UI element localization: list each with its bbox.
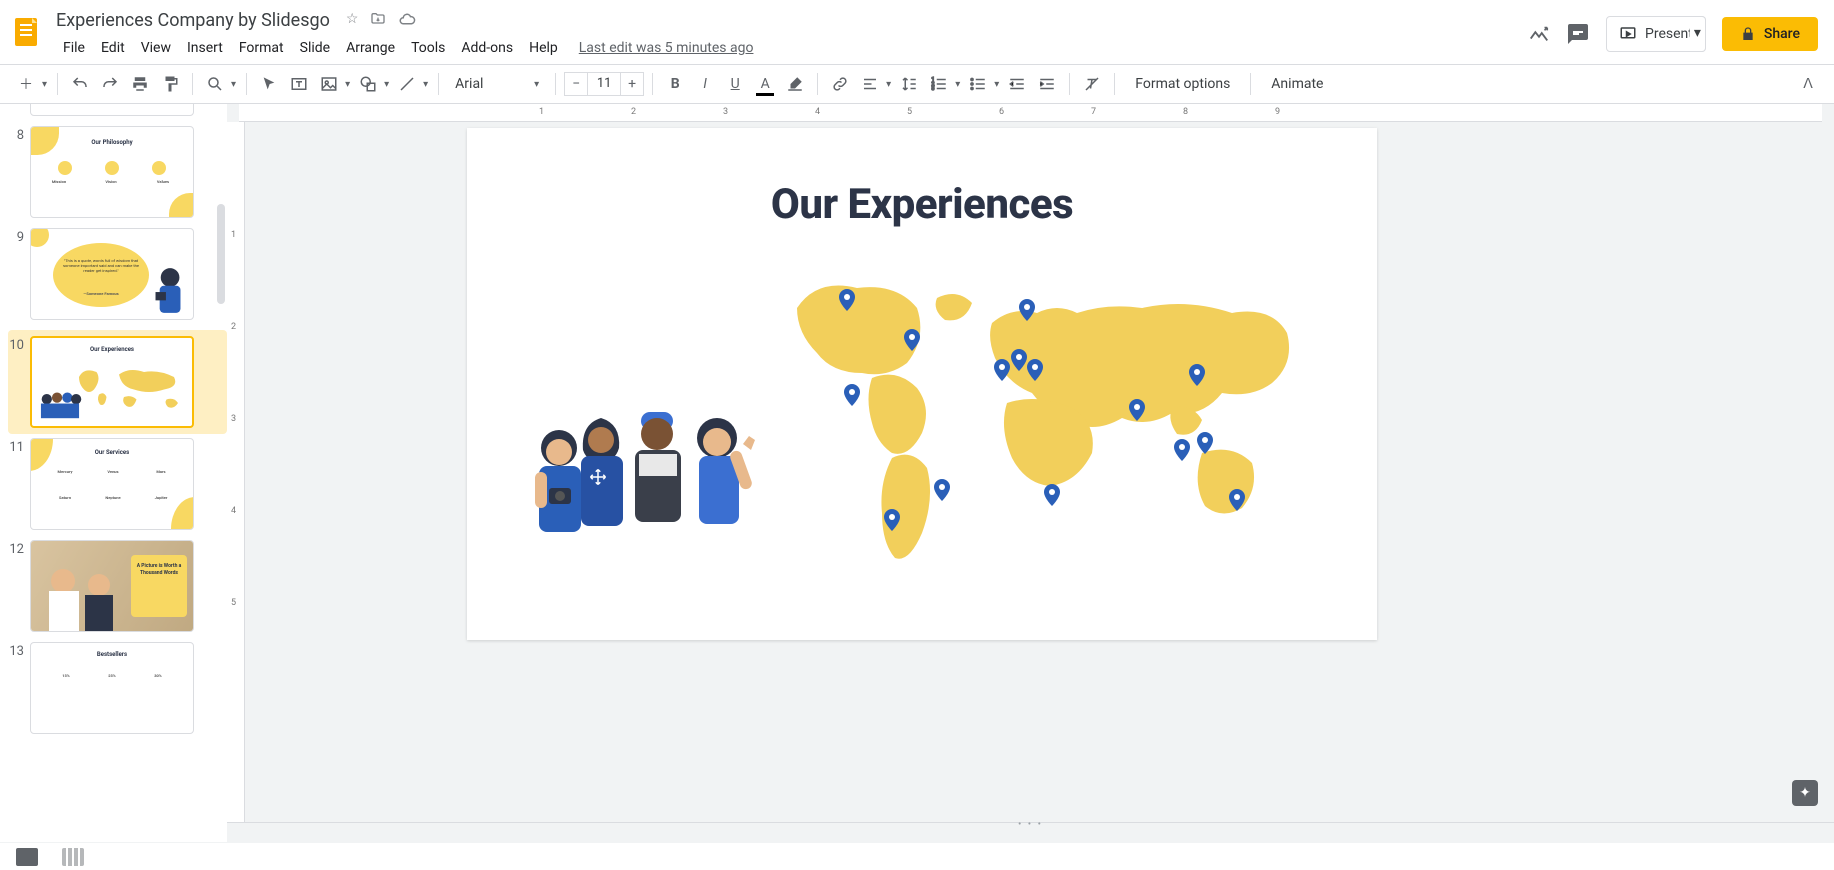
menu-help[interactable]: Help [522, 36, 565, 60]
bullet-list-button[interactable] [964, 70, 992, 98]
toolbar: ＋ ▾ ▾ ▾ ▾ ▾ Arial ▾ − 11 + B I U A ▾ [0, 64, 1834, 104]
slide-thumbnail-10[interactable]: 10 Our Experiences [8, 330, 227, 434]
horizontal-ruler[interactable]: 1 2 3 4 5 6 7 8 9 [239, 104, 1822, 122]
font-size-value[interactable]: 11 [588, 72, 620, 96]
slide-canvas-area[interactable]: 1 2 3 4 5 6 7 8 9 1 2 3 4 5 Our Experien… [227, 104, 1834, 842]
menu-slide[interactable]: Slide [293, 36, 337, 60]
insert-link-button[interactable] [826, 70, 854, 98]
slide-thumbnail-11[interactable]: 11 Our Services Mercury Venus Mars Satur… [8, 438, 227, 530]
clear-formatting-button[interactable] [1078, 70, 1106, 98]
font-size-control: − 11 + [564, 72, 644, 96]
print-button[interactable] [126, 70, 154, 98]
present-label: Present [1645, 26, 1693, 42]
menu-insert[interactable]: Insert [180, 36, 230, 60]
line-spacing-button[interactable] [895, 70, 923, 98]
slide-canvas[interactable]: Our Experiences [467, 128, 1377, 640]
font-size-decrease[interactable]: − [564, 72, 588, 96]
footer [0, 842, 1834, 870]
font-size-increase[interactable]: + [620, 72, 644, 96]
grid-view-button[interactable] [62, 848, 84, 866]
star-icon[interactable]: ☆ [346, 11, 359, 29]
indent-increase-button[interactable] [1033, 70, 1061, 98]
menu-file[interactable]: File [56, 36, 92, 60]
app-header: Experiences Company by Slidesgo ☆ File E… [0, 0, 1834, 64]
app-logo[interactable] [8, 12, 48, 52]
menu-edit[interactable]: Edit [94, 36, 132, 60]
font-family-select[interactable]: Arial ▾ [447, 70, 547, 98]
speaker-notes-area[interactable]: • • • [227, 822, 1834, 842]
paint-format-button[interactable] [156, 70, 184, 98]
slide-thumbnail-7[interactable] [8, 104, 227, 116]
cloud-status-icon[interactable] [398, 11, 416, 29]
animate-button[interactable]: Animate [1259, 76, 1335, 92]
main-area: 8 Our Philosophy Mission Vision Values 9 [0, 104, 1834, 842]
new-slide-button[interactable]: ＋ [12, 70, 40, 98]
notes-resize-handle[interactable]: • • • [1018, 819, 1043, 830]
share-button[interactable]: Share [1722, 17, 1818, 51]
slide-thumbnail-12[interactable]: 12 A Picture is Worth a Thousand Words [8, 540, 227, 632]
menu-view[interactable]: View [134, 36, 178, 60]
svg-text:3: 3 [932, 86, 935, 92]
shape-tool[interactable] [354, 70, 382, 98]
filmstrip[interactable]: 8 Our Philosophy Mission Vision Values 9 [0, 104, 227, 842]
font-family-value: Arial [455, 76, 483, 92]
format-options-button[interactable]: Format options [1123, 76, 1242, 92]
activity-icon[interactable] [1528, 23, 1550, 45]
redo-button[interactable] [96, 70, 124, 98]
underline-button[interactable]: U [721, 70, 749, 98]
numbered-list-dropdown[interactable]: ▾ [953, 79, 962, 90]
slide-thumbnail-13[interactable]: 13 Bestsellers 15% 25% 30% [8, 642, 227, 734]
new-slide-dropdown[interactable]: ▾ [40, 79, 49, 90]
slide-title[interactable]: Our Experiences [467, 180, 1377, 229]
filmstrip-view-button[interactable] [16, 848, 38, 866]
vertical-ruler[interactable]: 1 2 3 4 5 [227, 122, 245, 822]
comments-icon[interactable] [1566, 22, 1590, 46]
menu-format[interactable]: Format [232, 36, 291, 60]
text-color-button[interactable]: A [751, 70, 779, 98]
undo-button[interactable] [66, 70, 94, 98]
present-dropdown[interactable]: ▾ [1690, 16, 1706, 52]
world-map-image[interactable] [777, 258, 1307, 598]
last-edit-link[interactable]: Last edit was 5 minutes ago [579, 40, 754, 56]
share-label: Share [1764, 26, 1800, 42]
menu-bar: File Edit View Insert Format Slide Arran… [56, 36, 1528, 60]
image-tool[interactable] [315, 70, 343, 98]
zoom-dropdown[interactable]: ▾ [229, 79, 238, 90]
filmstrip-scrollbar[interactable] [217, 204, 225, 304]
indent-decrease-button[interactable] [1003, 70, 1031, 98]
align-dropdown[interactable]: ▾ [884, 79, 893, 90]
line-dropdown[interactable]: ▾ [421, 79, 430, 90]
slide-thumbnail-8[interactable]: 8 Our Philosophy Mission Vision Values [8, 126, 227, 218]
textbox-tool[interactable] [285, 70, 313, 98]
menu-tools[interactable]: Tools [404, 36, 452, 60]
explore-button[interactable]: ✦ [1792, 780, 1818, 806]
menu-addons[interactable]: Add-ons [454, 36, 520, 60]
slide-thumbnail-9[interactable]: 9 "This is a quote, words full of wisdom… [8, 228, 227, 320]
highlight-button[interactable] [781, 70, 809, 98]
collapse-toolbar-button[interactable]: ᐱ [1794, 70, 1822, 98]
shape-dropdown[interactable]: ▾ [382, 79, 391, 90]
document-title[interactable]: Experiences Company by Slidesgo [56, 10, 330, 31]
bold-button[interactable]: B [661, 70, 689, 98]
select-tool[interactable] [255, 70, 283, 98]
image-dropdown[interactable]: ▾ [343, 79, 352, 90]
numbered-list-button[interactable]: 123 [925, 70, 953, 98]
line-tool[interactable] [393, 70, 421, 98]
menu-arrange[interactable]: Arrange [339, 36, 402, 60]
italic-button[interactable]: I [691, 70, 719, 98]
align-button[interactable] [856, 70, 884, 98]
zoom-button[interactable] [201, 70, 229, 98]
move-to-folder-icon[interactable] [370, 11, 386, 29]
bullet-list-dropdown[interactable]: ▾ [992, 79, 1001, 90]
people-illustration[interactable] [517, 408, 777, 548]
